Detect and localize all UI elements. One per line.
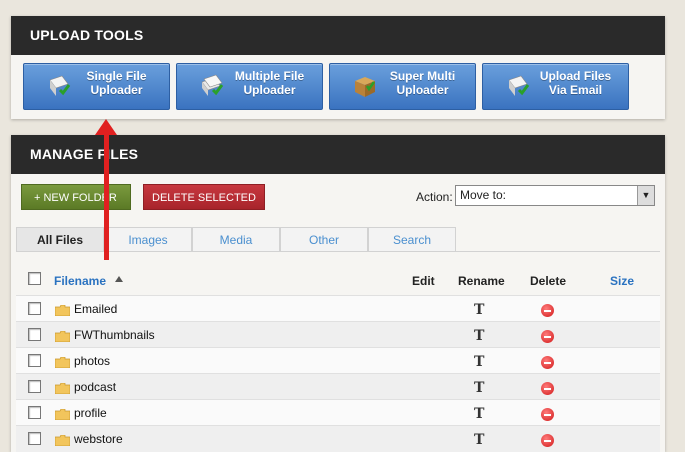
tab-other[interactable]: Other: [280, 227, 368, 251]
table-row[interactable]: photos T: [16, 347, 660, 374]
delete-icon[interactable]: [541, 382, 554, 395]
email-upload-icon: [508, 75, 530, 96]
delete-icon[interactable]: [541, 408, 554, 421]
rename-column-header: Rename: [458, 274, 505, 288]
folder-icon: [55, 331, 70, 342]
row-checkbox[interactable]: [28, 406, 41, 419]
size-column-header[interactable]: Size: [610, 274, 634, 288]
rename-icon[interactable]: T: [474, 380, 484, 396]
folder-icon: [55, 305, 70, 316]
file-name[interactable]: FWThumbnails: [74, 328, 155, 342]
table-row[interactable]: webstore T: [16, 425, 660, 452]
single-file-uploader-button[interactable]: Single File Uploader: [23, 63, 170, 110]
rename-icon[interactable]: T: [474, 302, 484, 318]
box-icon: [355, 77, 376, 97]
rename-icon[interactable]: T: [474, 354, 484, 370]
folder-icon: [55, 409, 70, 420]
upload-via-email-button[interactable]: Upload Files Via Email: [482, 63, 629, 110]
rename-icon[interactable]: T: [474, 328, 484, 344]
action-select-value: Move to:: [460, 188, 507, 202]
file-name[interactable]: podcast: [74, 380, 116, 394]
filename-column-header[interactable]: Filename: [54, 274, 106, 288]
upload-via-email-label: Upload Files Via Email: [539, 69, 612, 97]
rename-icon[interactable]: T: [474, 432, 484, 448]
manage-files-title: MANAGE FILES: [11, 135, 665, 174]
tab-media[interactable]: Media: [192, 227, 280, 251]
row-checkbox[interactable]: [28, 380, 41, 393]
folder-icon: [55, 435, 70, 446]
row-checkbox[interactable]: [28, 328, 41, 341]
tab-all-files[interactable]: All Files: [16, 227, 104, 251]
chevron-down-icon[interactable]: ▼: [637, 186, 654, 205]
manage-files-panel: MANAGE FILES + NEW FOLDER DELETE SELECTE…: [11, 135, 665, 452]
upload-tools-title: UPLOAD TOOLS: [11, 16, 665, 55]
row-checkbox[interactable]: [28, 354, 41, 367]
multiple-file-uploader-icon: [201, 74, 224, 96]
row-checkbox[interactable]: [28, 302, 41, 315]
select-all-checkbox[interactable]: [28, 272, 41, 285]
folder-icon: [55, 357, 70, 368]
file-name[interactable]: Emailed: [74, 302, 117, 316]
delete-icon[interactable]: [541, 304, 554, 317]
table-row[interactable]: Emailed T: [16, 295, 660, 322]
multiple-file-uploader-label: Multiple File Uploader: [234, 69, 305, 97]
multiple-file-uploader-button[interactable]: Multiple File Uploader: [176, 63, 323, 110]
rename-icon[interactable]: T: [474, 406, 484, 422]
delete-icon[interactable]: [541, 330, 554, 343]
delete-icon[interactable]: [541, 356, 554, 369]
super-multi-uploader-button[interactable]: Super Multi Uploader: [329, 63, 476, 110]
delete-icon[interactable]: [541, 434, 554, 447]
table-row[interactable]: FWThumbnails T: [16, 321, 660, 348]
delete-selected-button[interactable]: DELETE SELECTED: [143, 184, 265, 210]
row-checkbox[interactable]: [28, 432, 41, 445]
tab-images[interactable]: Images: [104, 227, 192, 251]
tabs-divider: [16, 251, 660, 252]
tab-search[interactable]: Search: [368, 227, 456, 251]
folder-icon: [55, 383, 70, 394]
new-folder-button[interactable]: + NEW FOLDER: [21, 184, 131, 210]
table-row[interactable]: podcast T: [16, 373, 660, 400]
single-file-uploader-label: Single File Uploader: [86, 69, 147, 97]
sort-ascending-icon[interactable]: [115, 276, 123, 282]
file-name[interactable]: webstore: [74, 432, 123, 446]
file-name[interactable]: photos: [74, 354, 110, 368]
upload-tools-panel: UPLOAD TOOLS Single File Uploader Multip…: [11, 16, 665, 119]
edit-column-header: Edit: [412, 274, 435, 288]
delete-column-header: Delete: [530, 274, 567, 288]
single-file-uploader-icon: [49, 75, 71, 96]
table-row[interactable]: profile T: [16, 399, 660, 426]
file-name[interactable]: profile: [74, 406, 107, 420]
super-multi-uploader-label: Super Multi Uploader: [389, 69, 456, 97]
annotation-arrow-shaft: [104, 133, 109, 260]
action-select[interactable]: Move to: ▼: [455, 185, 655, 206]
action-label: Action:: [416, 190, 453, 204]
